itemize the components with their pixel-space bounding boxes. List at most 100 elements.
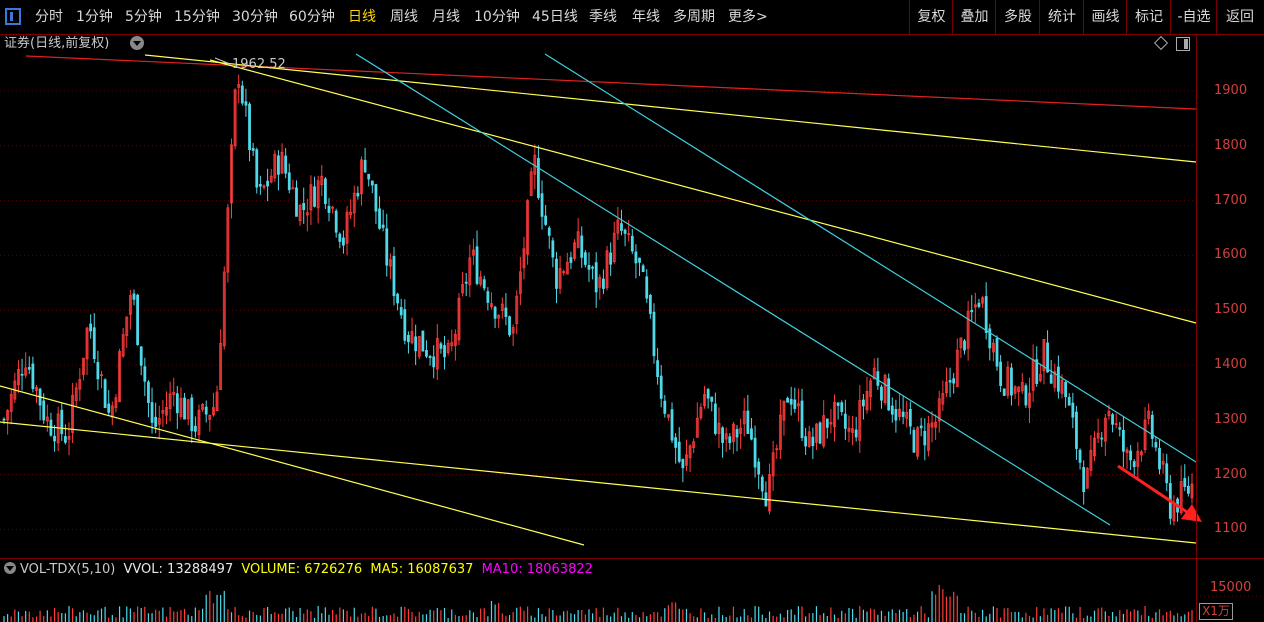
candle-body <box>439 343 443 349</box>
candle-body <box>1183 478 1187 487</box>
candle-body <box>793 399 797 409</box>
candle-body <box>193 425 197 432</box>
candle-body <box>594 262 598 293</box>
volume-divider <box>0 558 1264 559</box>
price-tick-label: 1900 <box>1214 83 1248 98</box>
price-tick-label: 1500 <box>1214 302 1248 318</box>
candle-body <box>901 411 905 417</box>
candle-body <box>1078 449 1082 463</box>
candle-body <box>894 409 898 421</box>
candle-body <box>392 255 396 297</box>
candle-body <box>284 155 288 174</box>
candle-body <box>836 402 840 406</box>
candle-body <box>327 205 331 213</box>
candle-body <box>103 379 107 409</box>
candle-body <box>255 149 259 188</box>
candle-body <box>136 294 140 346</box>
candle-body <box>677 441 681 462</box>
candle-body <box>757 461 761 475</box>
candle-body <box>486 291 490 303</box>
candle-body <box>190 397 194 432</box>
candle-body <box>674 437 678 448</box>
candle-body <box>53 435 56 442</box>
candle-body <box>706 389 710 399</box>
candle-body <box>908 408 912 427</box>
candle-body <box>143 366 147 382</box>
candle-body <box>1002 388 1006 396</box>
candle-body <box>1158 447 1161 470</box>
candle-body <box>139 346 143 366</box>
price-tick-label: 1600 <box>1214 247 1248 263</box>
candle-body <box>659 375 663 399</box>
candle-body <box>370 180 374 186</box>
candle-body <box>313 186 316 207</box>
candle-body <box>63 436 67 443</box>
price-tick-label: 1700 <box>1214 192 1248 208</box>
volume-value: VOLUME: 6726276 <box>241 562 363 577</box>
candle-body <box>251 148 255 151</box>
candle-body <box>760 476 764 492</box>
candle-body <box>1067 397 1071 406</box>
candle-body <box>20 373 24 376</box>
candle-body <box>609 252 613 265</box>
candle-body <box>843 413 847 429</box>
red-arrow-head <box>1181 504 1202 522</box>
candle-body <box>154 416 158 427</box>
candle-body <box>663 400 667 414</box>
candle-body <box>648 294 652 314</box>
candle-body <box>1154 442 1158 448</box>
candle-body <box>735 429 739 438</box>
candle-body <box>602 278 605 289</box>
chevron-down-icon[interactable] <box>4 562 16 574</box>
candle-body <box>302 203 306 210</box>
candle-body <box>60 409 64 435</box>
volume-unit-button[interactable]: X1万 <box>1199 603 1233 620</box>
candle-body <box>811 436 815 447</box>
axis-divider <box>1196 34 1197 622</box>
candle-body <box>1049 374 1053 384</box>
candle-body <box>1024 385 1028 406</box>
candle-body <box>374 184 378 212</box>
candle-body <box>623 229 627 234</box>
candle-body <box>641 265 645 273</box>
candle-body <box>407 334 410 343</box>
volume-axis-tick: 15000 <box>1210 580 1252 595</box>
candle-body <box>432 356 436 368</box>
candle-body <box>443 345 446 358</box>
candle-body <box>287 172 291 191</box>
candle-body <box>1064 381 1068 398</box>
candle-body <box>1129 450 1133 461</box>
candle-body <box>887 378 891 411</box>
candle-body <box>31 363 35 390</box>
candle-body <box>428 356 432 358</box>
candle-body <box>551 240 555 258</box>
candle-body <box>970 309 974 313</box>
candle-body <box>999 361 1003 387</box>
ma5-value: MA5: 16087637 <box>370 562 474 577</box>
red-trend-line <box>25 55 1197 110</box>
kline-chart[interactable]: 1962.52 <box>0 0 1264 622</box>
candle-body <box>580 235 584 258</box>
candle-body <box>890 405 894 415</box>
candle-body <box>876 371 880 386</box>
candle-body <box>1165 463 1169 484</box>
candle-body <box>634 251 638 264</box>
yellow-trend-line <box>0 421 1197 544</box>
candle-body <box>713 403 717 434</box>
candle-body <box>544 215 548 225</box>
yellow-trend-line <box>0 385 585 546</box>
price-tick-label: 1300 <box>1214 411 1248 427</box>
price-tick-label: 1200 <box>1214 466 1248 482</box>
candle-body <box>721 427 724 443</box>
candle-body <box>1056 366 1060 392</box>
candle-body <box>363 159 367 173</box>
candle-body <box>107 403 111 413</box>
candle-body <box>555 258 558 289</box>
candle-body <box>385 228 389 266</box>
candle-body <box>984 296 988 333</box>
candle-body <box>464 281 468 284</box>
candle-body <box>1100 437 1104 440</box>
candle-body <box>912 429 916 453</box>
candle-body <box>277 155 280 175</box>
candle-body <box>569 257 573 263</box>
